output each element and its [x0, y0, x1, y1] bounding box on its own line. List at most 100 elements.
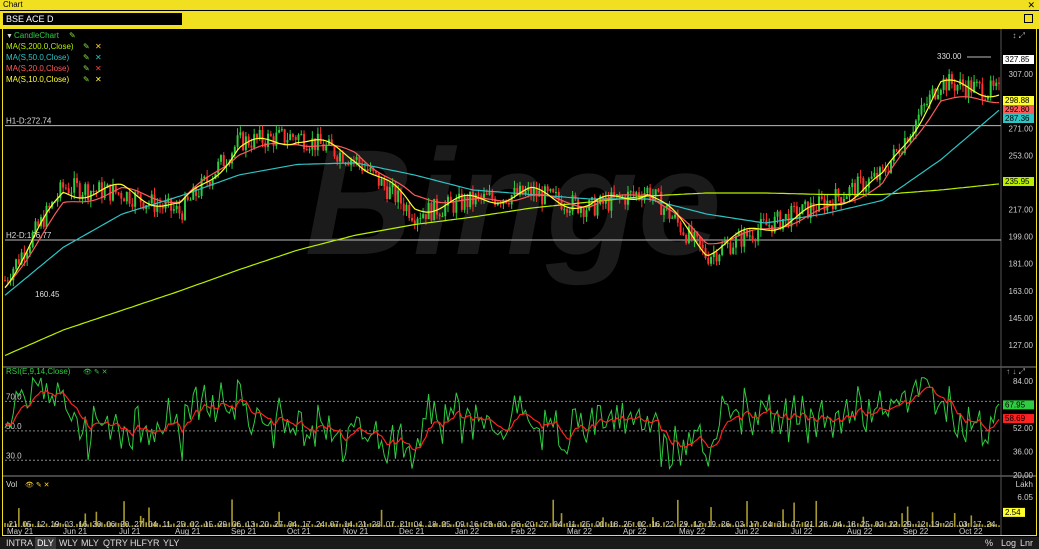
legend-ma3: MA(S,20.0,Close) — [6, 64, 69, 73]
volume-bar — [18, 508, 20, 527]
date-day-tick: 30 — [498, 520, 507, 529]
rsi-tick: 84.00 — [1013, 377, 1034, 386]
restore-icon[interactable] — [1024, 14, 1033, 23]
candle-body — [117, 192, 120, 194]
candle-body — [67, 188, 70, 194]
close-icon[interactable]: ✕ — [1027, 0, 1035, 10]
volume-bar — [746, 501, 748, 527]
symbol-bar: BSE ACE D — [0, 10, 1039, 29]
candle-body — [341, 152, 344, 164]
candle-body — [992, 80, 995, 86]
candle-body — [521, 185, 524, 195]
chart-panel[interactable]: Binge H1-D:272.74 H2-D:196.77 160.45 330.00 3… — [2, 28, 1037, 536]
candle-body — [732, 247, 735, 254]
volume-bar — [480, 522, 483, 527]
timeframe-intra[interactable]: INTRA — [4, 537, 35, 549]
candle-body — [236, 135, 239, 147]
candle-body — [466, 196, 469, 208]
candle-body — [746, 229, 749, 237]
date-month-tick: Jul 22 — [791, 527, 813, 535]
rsi-tick: 36.00 — [1013, 447, 1034, 456]
date-day-tick: 02 — [875, 520, 884, 529]
candle-body — [585, 210, 588, 217]
scale-linear-button[interactable]: Lnr — [1020, 537, 1033, 549]
timeframe-wly[interactable]: WLY — [57, 537, 80, 549]
candle-body — [989, 80, 992, 97]
date-month-tick: Mar 22 — [567, 527, 592, 535]
candle-body — [183, 196, 186, 220]
candle-body — [250, 145, 253, 148]
volume-bar — [646, 525, 649, 527]
candle-body — [762, 219, 765, 221]
volume-bar — [228, 522, 231, 527]
candle-body — [654, 189, 657, 196]
scale-percent-button[interactable]: % — [985, 537, 993, 549]
candle-body — [289, 134, 292, 141]
candle-body — [300, 134, 303, 136]
candle-body — [881, 167, 884, 169]
candle-body — [554, 192, 557, 194]
date-day-tick: 30 — [92, 520, 101, 529]
volume-bar — [339, 523, 341, 527]
candle-body — [710, 257, 713, 264]
timeframe-dly[interactable]: DLY — [35, 537, 56, 549]
candle-body — [34, 221, 37, 233]
chart-svg[interactable]: BingeH1-D:272.74H2-D:196.77160.45330.003… — [3, 29, 1036, 535]
volume-bar — [773, 522, 776, 527]
hline-label-2: H2-D:196.77 — [6, 231, 52, 240]
date-day-tick: 01 — [595, 520, 604, 529]
volume-bar — [508, 525, 510, 527]
date-day-tick: 25 — [442, 520, 451, 529]
date-day-tick: 06 — [106, 520, 115, 529]
date-day-tick: 18 — [428, 520, 437, 529]
candle-body — [948, 74, 951, 91]
candle-body — [463, 196, 466, 210]
candle-body — [78, 183, 81, 199]
candle-body — [95, 190, 98, 192]
candle-body — [646, 187, 649, 194]
candle-body — [452, 202, 455, 213]
candle-body — [219, 155, 222, 162]
volume-bar — [898, 524, 901, 527]
candle-body — [485, 193, 488, 195]
volume-bar — [311, 524, 314, 527]
candle-body — [998, 82, 1000, 84]
timeframe-qtry[interactable]: QTRY — [101, 537, 130, 549]
candle-body — [350, 159, 353, 165]
candle-body — [383, 178, 386, 187]
candle-body — [294, 137, 297, 141]
candle-body — [297, 134, 300, 141]
price-tick: 307.00 — [1009, 70, 1034, 79]
date-month-tick: Jul 21 — [119, 527, 141, 535]
volume-bar — [494, 523, 496, 527]
candle-body — [444, 205, 447, 217]
volume-bar — [815, 500, 818, 527]
candle-body — [369, 167, 372, 171]
timeframe-mly[interactable]: MLY — [79, 537, 101, 549]
candle-body — [291, 134, 294, 138]
volume-bar — [732, 525, 734, 527]
candle-body — [895, 149, 898, 151]
candle-body — [840, 196, 843, 204]
rsi-level-label: 30.0 — [6, 451, 22, 460]
scale-log-button[interactable]: Log — [1001, 537, 1016, 549]
candle-body — [784, 213, 787, 219]
candle-body — [131, 203, 134, 207]
candle-body — [507, 203, 510, 205]
symbol-input[interactable]: BSE ACE D — [3, 13, 182, 25]
candle-body — [851, 182, 854, 188]
rsi-tick: 52.00 — [1013, 424, 1034, 433]
candle-body — [964, 86, 967, 97]
timeframe-yly[interactable]: YLY — [161, 537, 181, 549]
candle-body — [845, 196, 848, 199]
candle-body — [790, 205, 793, 227]
candle-body — [319, 133, 322, 144]
candle-body — [62, 182, 65, 188]
candle-body — [402, 203, 405, 212]
volume-bar — [998, 525, 1000, 527]
candle-body — [748, 235, 751, 237]
volume-bar — [380, 509, 383, 527]
timeframe-hlfyr[interactable]: HLFYR — [128, 537, 162, 549]
legend-ma2: MA(S,50.0,Close) — [6, 53, 69, 62]
candle-body — [45, 205, 48, 228]
